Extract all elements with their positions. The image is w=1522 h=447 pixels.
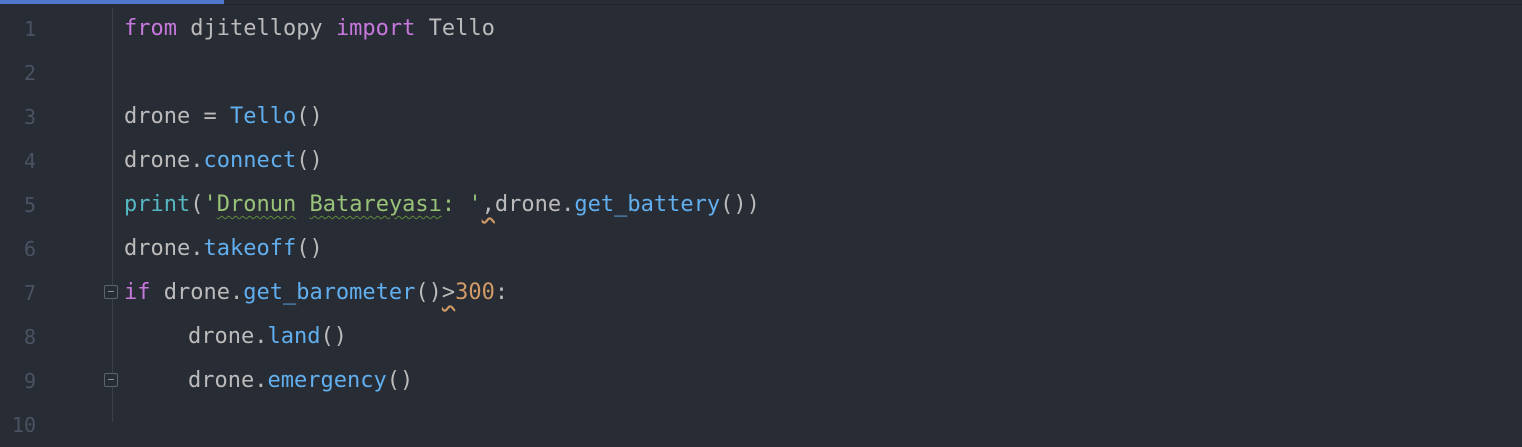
code-token: drone = <box>124 104 230 129</box>
code-token: Batareyası <box>309 192 442 217</box>
active-tab-indicator <box>0 0 224 4</box>
code-token: drone. <box>124 148 204 173</box>
code-editor[interactable]: 1 2 3 4 5 6 7 8 9 10 from djitellopy import Tello… <box>0 0 1522 437</box>
code-token: > <box>441 280 456 305</box>
editor-top-border <box>224 4 1522 5</box>
code-line[interactable]: drone.connect() <box>124 139 1522 183</box>
line-number: 7 <box>23 281 36 305</box>
code-token: import <box>335 16 416 41</box>
code-token: print <box>124 192 191 217</box>
code-token: Tello <box>415 16 495 41</box>
code-token: drone. <box>150 280 244 305</box>
code-token: get_battery <box>574 192 721 217</box>
line-number: 3 <box>23 105 36 129</box>
line-number: 4 <box>23 149 36 173</box>
code-line[interactable]: drone.takeoff() <box>124 227 1522 271</box>
code-token: drone. <box>188 368 268 393</box>
line-number: 6 <box>23 237 36 261</box>
code-token: if <box>124 280 151 305</box>
code-token: () <box>296 104 323 129</box>
code-token: emergency <box>267 368 387 393</box>
line-number: 5 <box>23 193 36 217</box>
code-token: () <box>296 148 323 173</box>
code-token: () <box>415 280 442 305</box>
line-number: 2 <box>23 61 36 85</box>
code-token: ' <box>203 192 217 217</box>
code-token: get_barometer <box>243 280 416 305</box>
code-token: connect <box>203 148 297 173</box>
code-line[interactable]: from djitellopy import Tello <box>124 7 1522 51</box>
code-token: Tello <box>229 104 297 129</box>
line-number: 9 <box>23 369 36 393</box>
fold-end-icon[interactable] <box>104 373 118 387</box>
code-token: from <box>124 16 177 41</box>
code-token: ()) <box>720 192 760 217</box>
line-number: 10 <box>11 413 36 437</box>
code-token: , <box>481 192 495 217</box>
line-number: 8 <box>23 325 36 349</box>
code-token: takeoff <box>203 236 297 261</box>
code-token: land <box>267 324 321 349</box>
line-number-gutter: 1 2 3 4 5 6 7 8 9 10 <box>0 7 44 447</box>
code-line[interactable]: drone = Tello() <box>124 95 1522 139</box>
code-line[interactable]: drone.emergency() <box>124 359 1522 403</box>
code-token: drone. <box>188 324 268 349</box>
code-token: 300 <box>455 280 495 305</box>
code-token: djitellopy <box>176 16 336 41</box>
code-token: () <box>386 368 414 393</box>
code-token: drone. <box>494 192 575 217</box>
code-token: : ' <box>441 192 482 217</box>
code-line[interactable] <box>124 51 1522 95</box>
code-line[interactable]: print('Dronun Batareyası: ',drone.get_ba… <box>124 183 1522 227</box>
gutter-separator <box>112 8 113 422</box>
fold-collapse-icon[interactable] <box>104 285 118 299</box>
code-line[interactable]: if drone.get_barometer()>300: <box>124 271 1522 315</box>
code-token: drone. <box>124 236 204 261</box>
code-token: () <box>296 236 323 261</box>
code-area[interactable]: from djitellopy import Tello drone = Tel… <box>124 7 1522 403</box>
code-token: Dronun <box>216 192 297 217</box>
code-token: ( <box>190 192 204 217</box>
code-line[interactable]: drone.land() <box>124 315 1522 359</box>
line-number: 1 <box>23 17 36 41</box>
code-token: () <box>320 324 347 349</box>
code-token: : <box>494 280 509 305</box>
